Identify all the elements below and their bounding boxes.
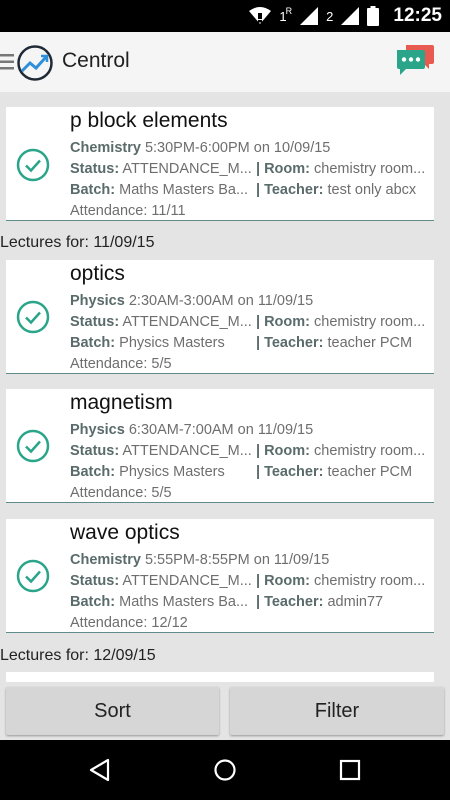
back-icon[interactable] xyxy=(88,758,112,782)
subject-label: Chemistry xyxy=(70,552,141,568)
attendance-check-icon xyxy=(16,559,50,593)
room-label: | Room: xyxy=(256,161,310,177)
room-value: chemistry room... xyxy=(314,314,426,330)
lecture-title: wave optics xyxy=(70,521,180,544)
lecture-batch-row: Batch: Physics Masters | Teacher: teache… xyxy=(70,335,434,351)
lecture-card[interactable]: p block elements Chemistry 5:30PM-6:00PM… xyxy=(6,107,434,221)
subject-label: Chemistry xyxy=(70,140,141,156)
wifi-icon xyxy=(249,7,272,24)
subject-label: Physics xyxy=(70,293,125,309)
room-value: chemistry room... xyxy=(314,161,426,177)
signal-sim2-icon xyxy=(341,7,360,25)
lecture-batch-row: Batch: Maths Masters Ba... | Teacher: ad… xyxy=(70,594,434,610)
status-label: Status: xyxy=(70,573,120,589)
menu-icon[interactable] xyxy=(0,52,14,72)
home-icon[interactable] xyxy=(213,758,237,782)
attendance-check-icon xyxy=(16,300,50,334)
lecture-batch-row: Batch: Maths Masters Ba... | Teacher: te… xyxy=(70,182,434,198)
batch-label: Batch: xyxy=(70,594,116,610)
batch-value: Maths Masters Ba... xyxy=(119,594,249,610)
teacher-label: | Teacher: xyxy=(256,594,324,610)
room-value: chemistry room... xyxy=(314,573,426,589)
room-value: chemistry room... xyxy=(314,443,426,459)
lecture-time: 5:30PM-6:00PM on 10/09/15 xyxy=(144,140,331,156)
lecture-status-row: Status: ATTENDANCE_M... | Room: chemistr… xyxy=(70,443,434,459)
clock: 12:25 xyxy=(393,5,442,26)
app-logo-icon[interactable] xyxy=(16,44,54,82)
action-bar: Sort Filter xyxy=(0,682,450,740)
lecture-time: 6:30AM-7:00AM on 11/09/15 xyxy=(128,422,314,438)
room-label: | Room: xyxy=(256,573,310,589)
sim2-label: 2 xyxy=(326,8,334,24)
attendance-count: Attendance: 5/5 xyxy=(70,485,172,501)
room-label: | Room: xyxy=(256,443,310,459)
teacher-value: test only abcx xyxy=(327,182,417,198)
navigation-bar xyxy=(0,740,450,800)
teacher-label: | Teacher: xyxy=(256,464,324,480)
lecture-title: p block elements xyxy=(70,109,228,132)
lecture-title: magnetism xyxy=(70,391,173,414)
status-value: ATTENDANCE_M... xyxy=(122,161,252,177)
attendance-count: Attendance: 5/5 xyxy=(70,356,172,372)
lecture-card[interactable]: optics Physics 2:30AM-3:00AM on 11/09/15… xyxy=(6,260,434,374)
lecture-time: 5:55PM-8:55PM on 11/09/15 xyxy=(144,552,330,568)
teacher-value: teacher PCM xyxy=(327,464,413,480)
room-label: | Room: xyxy=(256,314,310,330)
battery-icon xyxy=(367,6,380,26)
filter-button[interactable]: Filter xyxy=(230,687,444,735)
subject-label: Physics xyxy=(70,422,125,438)
attendance-count: Attendance: 12/12 xyxy=(70,615,188,631)
batch-value: Maths Masters Ba... xyxy=(119,182,249,198)
status-bar: 1 R 2 12:25 xyxy=(0,0,450,32)
lecture-schedule: Chemistry 5:30PM-6:00PM on 10/09/15 xyxy=(70,140,330,156)
batch-label: Batch: xyxy=(70,464,116,480)
app-bar: Centrol xyxy=(0,32,450,92)
status-label: Status: xyxy=(70,314,120,330)
status-value: ATTENDANCE_M... xyxy=(122,314,252,330)
lecture-list[interactable]: p block elements Chemistry 5:30PM-6:00PM… xyxy=(0,92,450,682)
lecture-card[interactable]: wave optics Chemistry 5:55PM-8:55PM on 1… xyxy=(6,519,434,633)
lecture-batch-row: Batch: Physics Masters | Teacher: teache… xyxy=(70,464,434,480)
chat-icon[interactable] xyxy=(396,44,434,78)
attendance-count: Attendance: 11/11 xyxy=(70,203,186,219)
sort-button[interactable]: Sort xyxy=(6,687,219,735)
lecture-status-row: Status: ATTENDANCE_M... | Room: chemistr… xyxy=(70,573,434,589)
attendance-check-icon xyxy=(16,429,50,463)
batch-value: Physics Masters xyxy=(119,464,225,480)
status-label: Status: xyxy=(70,443,120,459)
lecture-schedule: Chemistry 5:55PM-8:55PM on 11/09/15 xyxy=(70,552,329,568)
lecture-title: optics xyxy=(70,262,125,285)
attendance-check-icon xyxy=(16,148,50,182)
status-label: Status: xyxy=(70,161,120,177)
lecture-schedule: Physics 6:30AM-7:00AM on 11/09/15 xyxy=(70,422,313,438)
batch-label: Batch: xyxy=(70,335,116,351)
roaming-indicator: R xyxy=(285,6,293,16)
lecture-card[interactable] xyxy=(6,672,434,682)
teacher-value: admin77 xyxy=(327,594,384,610)
teacher-label: | Teacher: xyxy=(256,182,324,198)
batch-value: Physics Masters xyxy=(119,335,225,351)
lecture-time: 2:30AM-3:00AM on 11/09/15 xyxy=(128,293,314,309)
status-value: ATTENDANCE_M... xyxy=(122,443,252,459)
teacher-value: teacher PCM xyxy=(327,335,413,351)
section-header: Lectures for: 11/09/15 xyxy=(0,234,155,251)
lecture-card[interactable]: magnetism Physics 6:30AM-7:00AM on 11/09… xyxy=(6,389,434,503)
lecture-schedule: Physics 2:30AM-3:00AM on 11/09/15 xyxy=(70,293,313,309)
lecture-status-row: Status: ATTENDANCE_M... | Room: chemistr… xyxy=(70,161,434,177)
status-value: ATTENDANCE_M... xyxy=(122,573,252,589)
app-title: Centrol xyxy=(62,49,130,72)
lecture-status-row: Status: ATTENDANCE_M... | Room: chemistr… xyxy=(70,314,434,330)
signal-sim1-icon xyxy=(300,7,319,25)
recents-icon[interactable] xyxy=(339,759,361,781)
teacher-label: | Teacher: xyxy=(256,335,324,351)
section-header: Lectures for: 12/09/15 xyxy=(0,647,156,664)
batch-label: Batch: xyxy=(70,182,116,198)
